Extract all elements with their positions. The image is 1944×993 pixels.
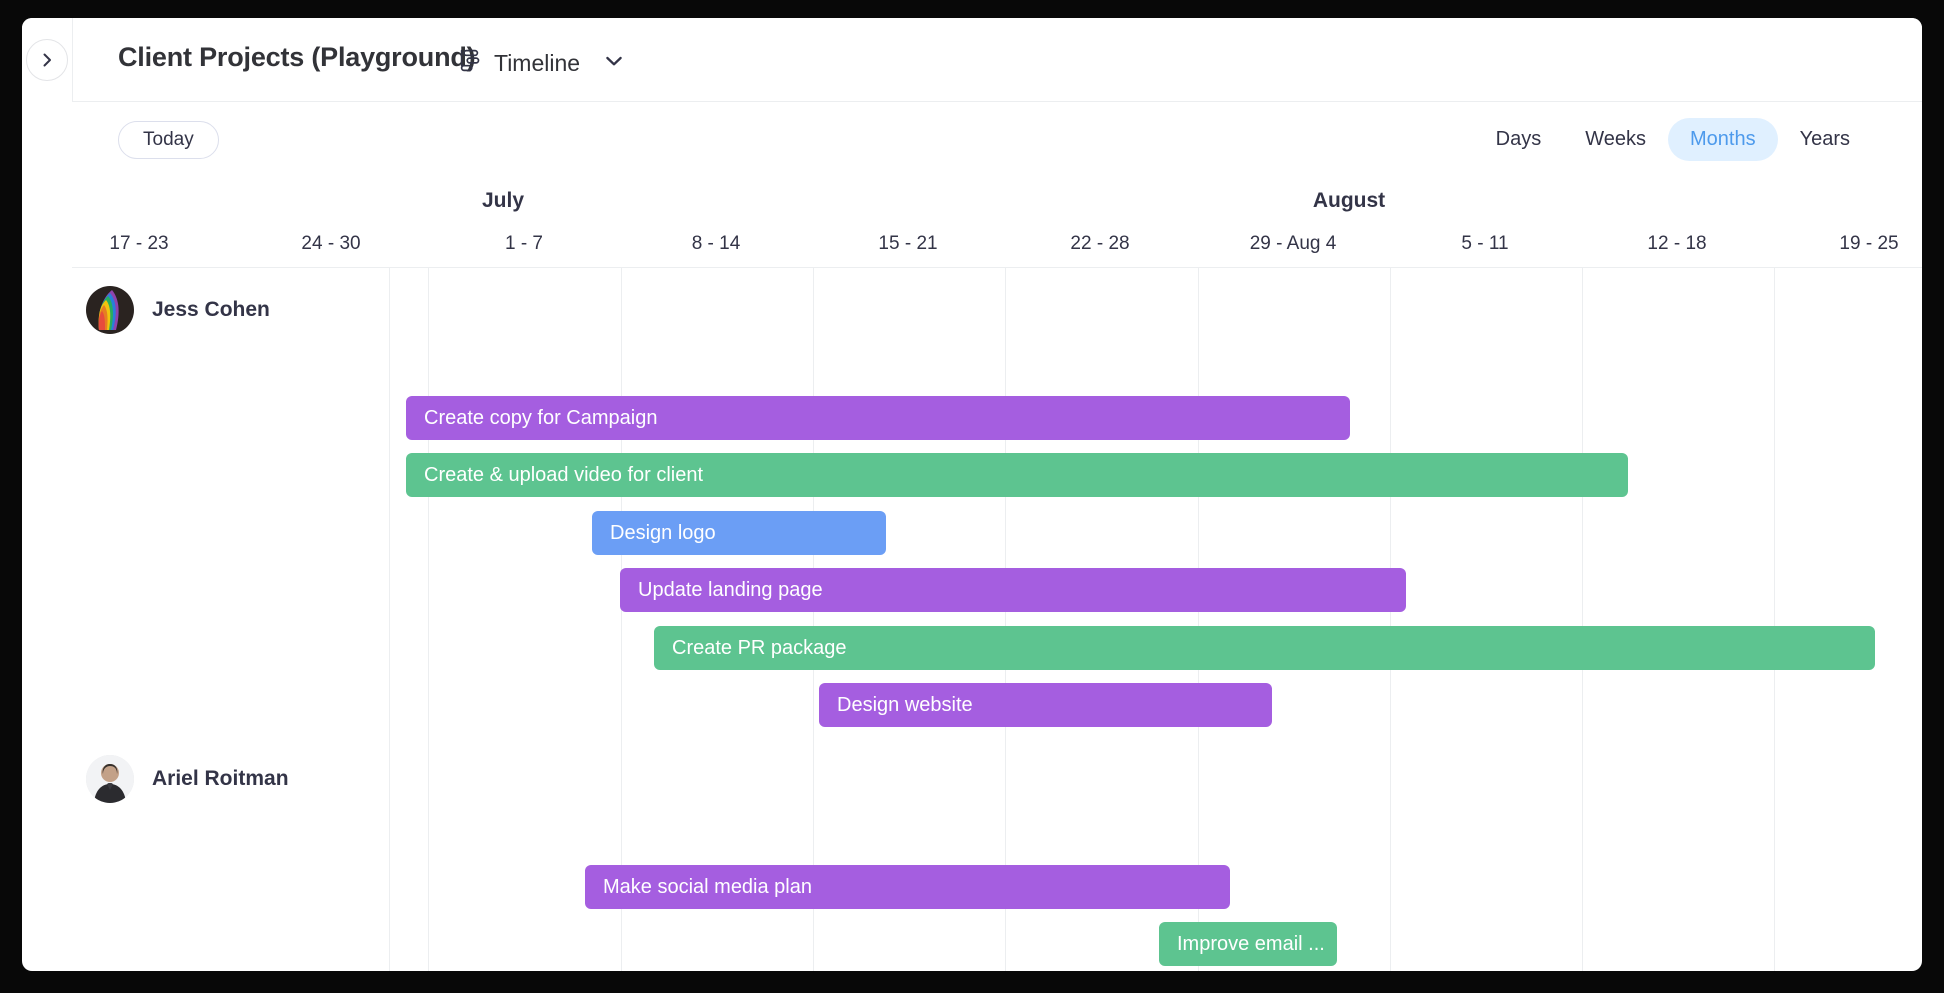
timeline-task-bar[interactable]: Create copy for Campaign bbox=[406, 396, 1350, 440]
month-label: July bbox=[481, 189, 525, 212]
timeline-task-bar[interactable]: Improve email ... bbox=[1159, 922, 1337, 966]
timeline-task-label: Create PR package bbox=[672, 636, 847, 659]
timeline-task-label: Update landing page bbox=[638, 578, 823, 601]
month-label: August bbox=[1312, 189, 1386, 212]
grid-column-line bbox=[1774, 268, 1775, 971]
zoom-level-months[interactable]: Months bbox=[1667, 118, 1778, 161]
board-card: Client Projects (Playground) Timeline To… bbox=[22, 18, 1922, 971]
timeline-task-bar[interactable]: Make social media plan bbox=[585, 865, 1230, 909]
grid-column-line bbox=[428, 268, 429, 971]
timeline-task-bar[interactable]: Design logo bbox=[592, 511, 886, 555]
people-sidebar: Jess Cohen Ariel Roitman bbox=[72, 268, 390, 971]
grid-column-line bbox=[1390, 268, 1391, 971]
zoom-level-group: Days Weeks Months Years bbox=[1474, 118, 1872, 161]
timeline-toolbar: Today Days Weeks Months Years bbox=[72, 102, 1922, 177]
collapse-panel-button[interactable] bbox=[26, 39, 68, 81]
timeline-task-bar[interactable]: Create PR package bbox=[654, 626, 1875, 670]
timeline-lanes: Create copy for Campaign Create & upload … bbox=[391, 268, 1922, 971]
person-row[interactable]: Jess Cohen bbox=[86, 286, 270, 334]
week-label: 24 - 30 bbox=[301, 233, 361, 254]
zoom-level-weeks[interactable]: Weeks bbox=[1563, 118, 1668, 161]
chevron-down-icon bbox=[603, 50, 625, 77]
timeline-task-label: Design website bbox=[837, 693, 973, 716]
timeline-task-label: Create & upload video for client bbox=[424, 463, 704, 486]
week-label: 8 - 14 bbox=[691, 233, 741, 254]
avatar bbox=[86, 755, 134, 803]
timeline-task-label: Design logo bbox=[610, 521, 716, 544]
view-type-selector[interactable]: Timeline bbox=[456, 47, 625, 79]
timeline-task-bar[interactable]: Update landing page bbox=[620, 568, 1406, 612]
timeline-task-label: Create copy for Campaign bbox=[424, 406, 658, 429]
week-label: 1 - 7 bbox=[504, 233, 544, 254]
timeline-task-label: Make social media plan bbox=[603, 875, 812, 898]
week-label: 19 - 25 bbox=[1839, 233, 1899, 254]
person-row[interactable]: Ariel Roitman bbox=[86, 755, 289, 803]
zoom-level-years[interactable]: Years bbox=[1778, 118, 1872, 161]
person-name: Jess Cohen bbox=[152, 298, 270, 321]
avatar bbox=[86, 286, 134, 334]
timeline-task-bar[interactable]: Design website bbox=[819, 683, 1272, 727]
week-row: 17 - 23 24 - 30 1 - 7 8 - 14 15 - 21 22 - 28 2… bbox=[72, 225, 1922, 267]
week-label: 29 - Aug 4 bbox=[1249, 233, 1337, 254]
week-label: 5 - 11 bbox=[1461, 233, 1509, 254]
timeline-icon bbox=[456, 47, 483, 79]
week-label: 15 - 21 bbox=[878, 233, 938, 254]
timeline-date-header: July August 17 - 23 24 - 30 1 - 7 8 - 14 15 -… bbox=[72, 177, 1922, 268]
week-label: 17 - 23 bbox=[109, 233, 169, 254]
view-type-label: Timeline bbox=[494, 49, 581, 76]
timeline-task-label: Improve email ... bbox=[1177, 932, 1325, 955]
window-frame: Client Projects (Playground) Timeline To… bbox=[0, 0, 1944, 993]
today-button[interactable]: Today bbox=[118, 121, 219, 159]
zoom-level-days[interactable]: Days bbox=[1474, 118, 1564, 161]
timeline-body: Jess Cohen Ariel Roitman Create copy for … bbox=[72, 268, 1922, 971]
week-label: 22 - 28 bbox=[1070, 233, 1130, 254]
chevron-right-icon bbox=[39, 52, 55, 68]
person-name: Ariel Roitman bbox=[152, 767, 289, 790]
page-title: Client Projects (Playground) bbox=[118, 42, 476, 72]
month-row: July August bbox=[72, 177, 1922, 225]
week-label: 12 - 18 bbox=[1647, 233, 1707, 254]
board-header: Client Projects (Playground) Timeline bbox=[22, 18, 1922, 102]
timeline-task-bar[interactable]: Create & upload video for client bbox=[406, 453, 1628, 497]
left-rail-divider bbox=[72, 18, 73, 101]
grid-column-line bbox=[1582, 268, 1583, 971]
